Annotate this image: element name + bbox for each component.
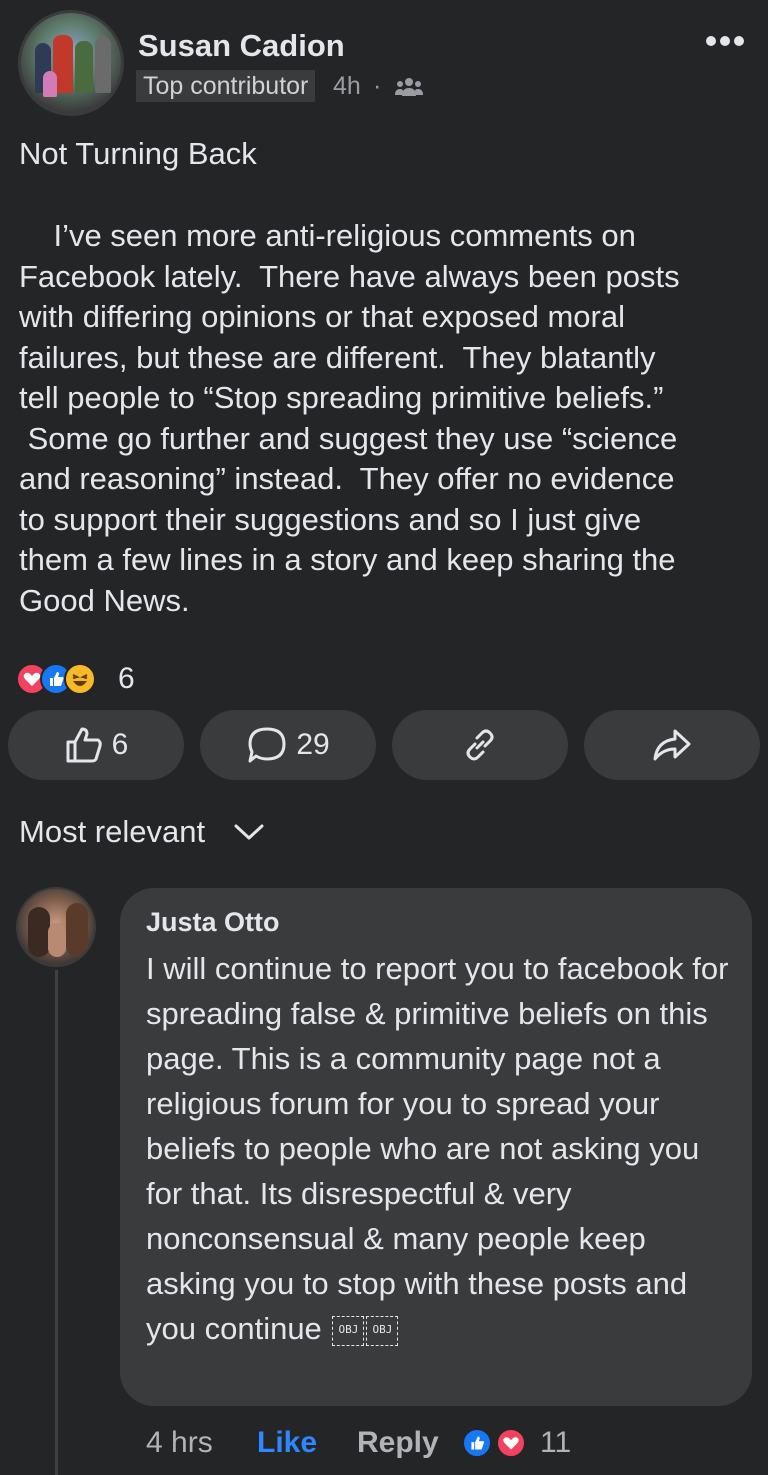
author-avatar[interactable] [18, 10, 124, 116]
author-name[interactable]: Susan Cadion [138, 28, 345, 64]
comment-button[interactable]: 29 [200, 710, 376, 780]
link-icon [466, 729, 494, 761]
more-options-icon[interactable] [704, 33, 746, 49]
commenter-avatar[interactable] [16, 887, 96, 967]
comment-time[interactable]: 4 hrs [146, 1426, 213, 1460]
share-button[interactable] [584, 710, 760, 780]
comment-bubble-icon [248, 727, 286, 763]
post-body: I’ve seen more anti-religious comments o… [19, 218, 680, 618]
comment-reply-button[interactable]: Reply [357, 1426, 439, 1460]
share-arrow-icon [653, 729, 691, 761]
thumbs-up-icon [66, 727, 102, 763]
comment-body: I will continue to report you to faceboo… [146, 951, 729, 1346]
comment-reaction-count[interactable]: 11 [540, 1426, 571, 1460]
separator-dot: · [373, 72, 382, 100]
post-title: Not Turning Back [19, 136, 257, 171]
comment-text: I will continue to report you to faceboo… [146, 946, 736, 1351]
post-time[interactable]: 4h [333, 70, 361, 102]
comment-count: 29 [296, 728, 330, 761]
comment-like-button[interactable]: Like [257, 1426, 317, 1460]
object-replacement-glyph: OBJ [332, 1315, 365, 1346]
chevron-down-icon[interactable] [232, 818, 266, 844]
like-reaction-icon [462, 1428, 492, 1458]
reaction-count[interactable]: 6 [118, 663, 135, 695]
haha-reaction-icon [64, 663, 96, 695]
like-count: 6 [111, 728, 129, 761]
top-contributor-badge: Top contributor [136, 70, 316, 102]
thread-line [55, 970, 58, 1475]
commenter-name[interactable]: Justa Otto [146, 907, 280, 938]
object-replacement-glyph: OBJ [366, 1315, 399, 1346]
copy-link-button[interactable] [392, 710, 568, 780]
like-button[interactable]: 6 [8, 710, 184, 780]
love-reaction-icon [496, 1428, 526, 1458]
group-icon [395, 78, 423, 96]
sort-comments-dropdown[interactable]: Most relevant [19, 814, 205, 850]
